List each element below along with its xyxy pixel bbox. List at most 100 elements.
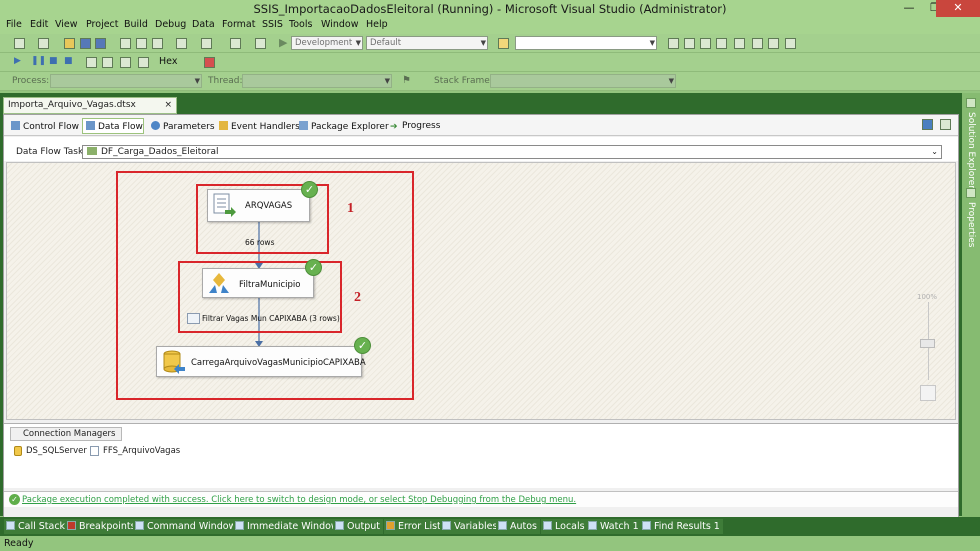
stack-frame-combo[interactable]: ▼ [490,74,676,88]
fit-to-window-icon[interactable] [920,385,936,401]
connection-manager-item[interactable]: DS_SQLServer [26,446,87,456]
process-combo[interactable]: ▼ [50,74,202,88]
tab-watch-1[interactable]: Watch 1 [586,519,642,534]
command-window-icon [135,521,144,530]
flag-icon[interactable]: ⚑ [402,75,411,86]
tab-control-flow[interactable]: Control Flow [11,121,79,132]
close-button[interactable]: ✕ [936,0,980,17]
copy-icon[interactable] [136,38,147,49]
menu-build[interactable]: Build [124,19,148,30]
exception-icon[interactable] [204,57,215,68]
menu-view[interactable]: View [55,19,78,30]
menu-file[interactable]: File [6,19,22,30]
database-destination-icon [163,350,185,374]
tab-call-stack[interactable]: Call Stack [4,519,69,534]
menu-data[interactable]: Data [192,19,215,30]
data-flow-task-combo[interactable]: DF_Carga_Dados_Eleitoral ⌄ [82,145,942,159]
tab-error-list[interactable]: Error List [384,519,444,534]
new-project-icon[interactable] [14,38,25,49]
menu-help[interactable]: Help [366,19,388,30]
switch-to-design-link[interactable]: Package execution completed with success… [22,495,576,505]
extension-icon[interactable] [752,38,763,49]
properties-icon[interactable] [684,38,695,49]
step-out-icon[interactable] [138,57,149,68]
tab-breakpoints[interactable]: Breakpoints [65,519,139,534]
menu-project[interactable]: Project [86,19,119,30]
tools-icon[interactable] [734,38,745,49]
open-folder-icon[interactable] [64,38,75,49]
cut-icon[interactable] [120,38,131,49]
data-flow-task-label: Data Flow Task: [16,147,87,157]
show-next-statement-icon[interactable] [86,57,97,68]
step-into-icon[interactable] [102,57,113,68]
tab-event-handlers[interactable]: Event Handlers [219,121,300,132]
solution-explorer-icon[interactable] [668,38,679,49]
redo-icon[interactable] [201,38,212,49]
zoom-icon[interactable] [922,119,933,130]
conditional-split-component[interactable]: FiltraMunicipio [202,268,314,298]
team-icon[interactable] [768,38,779,49]
menu-debug[interactable]: Debug [155,19,186,30]
tab-output[interactable]: Output [333,519,383,534]
data-flow-icon [86,121,95,130]
object-browser-icon[interactable] [700,38,711,49]
restart-icon[interactable]: ■ [64,56,73,66]
thread-combo[interactable]: ▼ [242,74,392,88]
tab-find-results-1[interactable]: Find Results 1 [640,519,723,534]
document-tab[interactable]: Importa_Arquivo_Vagas.dtsx [Design] × [3,97,177,124]
close-tab-icon[interactable]: × [164,98,172,112]
add-item-icon[interactable] [38,38,49,49]
immediate-window-icon [235,521,244,530]
find-combo[interactable]: ▼ [515,36,657,50]
navigate-forward-icon[interactable] [255,38,266,49]
menu-format[interactable]: Format [222,19,255,30]
tab-autos[interactable]: Autos [496,519,541,534]
chevron-down-icon[interactable]: ⌄ [931,146,938,158]
toolbox-icon[interactable] [716,38,727,49]
platform-combo[interactable]: Default ▼ [366,36,488,50]
tab-variables[interactable]: Variables [440,519,501,534]
stack-frame-label: Stack Frame: [434,76,493,86]
menu-edit[interactable]: Edit [30,19,48,30]
source-component[interactable]: ARQVAGAS [207,189,310,222]
paste-icon[interactable] [152,38,163,49]
destination-component-name: CarregaArquivoVagasMunicipioCAPIXABA [191,358,366,368]
save-all-icon[interactable] [95,38,106,49]
navigate-icon[interactable] [230,38,241,49]
tab-locals[interactable]: Locals [541,519,588,534]
flat-file-icon [90,446,99,456]
success-check-icon: ✓ [305,259,322,276]
connection-manager-item[interactable]: FFS_ArquivoVagas [103,446,180,456]
continue-icon[interactable]: ▶ [14,56,21,66]
transform-component-name: FiltraMunicipio [239,280,301,290]
properties-tab[interactable]: Properties [966,202,976,247]
undo-icon[interactable] [176,38,187,49]
tab-progress[interactable]: ➔ Progress [390,121,440,132]
tab-immediate-window[interactable]: Immediate Window [233,519,342,534]
configuration-combo[interactable]: Development ▼ [291,36,363,50]
find-icon[interactable] [498,38,509,49]
event-handlers-icon [219,121,228,130]
menu-ssis[interactable]: SSIS [262,19,283,30]
menu-window[interactable]: Window [321,19,358,30]
connection-managers-tab[interactable]: Connection Managers [10,427,122,441]
window-layout-icon[interactable] [785,38,796,49]
tab-command-window[interactable]: Command Window [133,519,240,534]
solution-explorer-tab[interactable]: Solution Explorer [966,112,976,189]
tab-data-flow[interactable]: Data Flow [86,121,143,132]
variables-icon[interactable] [940,119,951,130]
destination-component[interactable]: CarregaArquivoVagasMunicipioCAPIXABA [156,346,366,377]
zoom-slider-thumb[interactable] [920,339,935,348]
hex-button[interactable]: Hex [159,56,177,67]
tab-parameters[interactable]: Parameters [151,121,215,132]
data-viewer-icon[interactable] [187,313,200,324]
break-all-icon[interactable]: ❚❚ [31,56,46,66]
tab-package-explorer[interactable]: Package Explorer [299,121,389,132]
menu-tools[interactable]: Tools [289,19,312,30]
save-icon[interactable] [80,38,91,49]
minimize-button[interactable]: — [896,0,922,17]
start-icon[interactable]: ▶ [279,36,287,49]
stop-debugging-icon[interactable]: ■ [49,56,58,66]
window-title: SSIS_ImportacaoDadosEleitoral (Running) … [253,2,727,16]
step-over-icon[interactable] [120,57,131,68]
